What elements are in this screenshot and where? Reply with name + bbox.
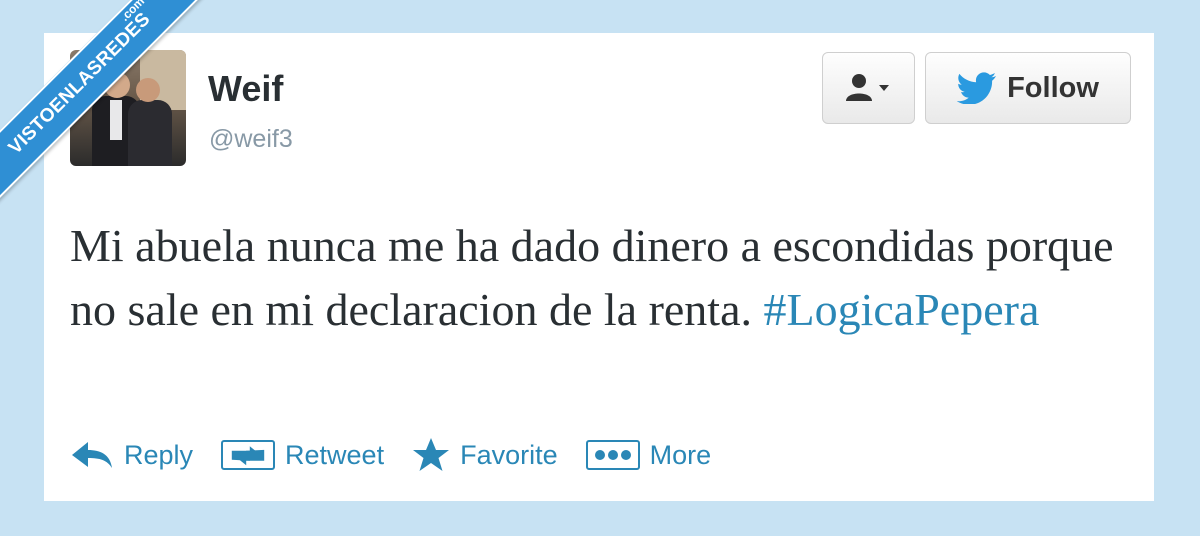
retweet-icon bbox=[221, 440, 276, 470]
reply-button[interactable]: Reply bbox=[70, 440, 193, 471]
reply-icon bbox=[72, 442, 112, 468]
author-handle[interactable]: @weif3 bbox=[209, 125, 293, 154]
author-name[interactable]: Weif bbox=[208, 68, 283, 110]
hashtag-link[interactable]: #LogicaPepera bbox=[764, 284, 1040, 335]
more-button[interactable]: More bbox=[585, 439, 712, 471]
retweet-button[interactable]: Retweet bbox=[221, 440, 384, 471]
retweet-label: Retweet bbox=[285, 439, 385, 470]
reply-label: Reply bbox=[124, 439, 194, 470]
star-icon bbox=[413, 438, 450, 471]
user-menu-button[interactable] bbox=[822, 52, 915, 124]
follow-label: Follow bbox=[1007, 71, 1099, 104]
tweet-text: Mi abuela nunca me ha dado dinero a esco… bbox=[70, 214, 1140, 342]
follow-button[interactable]: Follow bbox=[925, 52, 1131, 124]
favorite-label: Favorite bbox=[460, 439, 558, 470]
favorite-button[interactable]: Favorite bbox=[412, 437, 558, 473]
user-dropdown-icon bbox=[845, 74, 889, 101]
twitter-bird-icon bbox=[957, 72, 997, 104]
more-label: More bbox=[649, 439, 712, 470]
more-icon bbox=[585, 440, 640, 470]
tweet-actions: Reply Retweet Favorite More bbox=[70, 430, 739, 480]
